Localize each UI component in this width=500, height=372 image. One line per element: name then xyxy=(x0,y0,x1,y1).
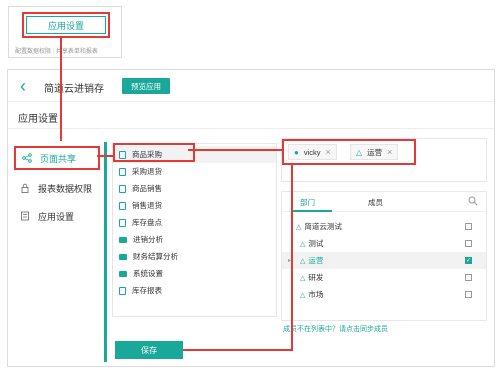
list-item[interactable]: 系统设置 xyxy=(113,265,276,282)
annotation-line xyxy=(60,37,62,141)
list-item-label: 商品销售 xyxy=(132,184,162,193)
user-icon: ● xyxy=(294,147,299,157)
list-item-label: 进销分析 xyxy=(133,235,163,244)
annotation-line xyxy=(183,349,293,351)
list-item[interactable]: 采购退货 xyxy=(113,163,276,180)
tab-members[interactable]: 成员 xyxy=(368,197,383,208)
department-icon: △ xyxy=(296,223,302,231)
checkbox[interactable] xyxy=(465,291,472,298)
checkbox[interactable] xyxy=(465,223,472,230)
sidebar-item-report-permissions[interactable]: 报表数据权限 xyxy=(14,176,100,200)
checkbox[interactable] xyxy=(465,240,472,247)
folder-icon xyxy=(119,270,127,277)
sidebar-item-label: 应用设置 xyxy=(38,211,75,222)
list-item-label: 库存报表 xyxy=(132,286,162,295)
search-icon[interactable] xyxy=(468,196,478,206)
tree-label: 测试 xyxy=(308,239,324,248)
sidebar-item-label: 页面共享 xyxy=(40,153,77,164)
department-icon: △ xyxy=(356,147,363,157)
member-picker: 部门 成员 △ 简道云测试 △ 测试 ▸ △ 运营 ✓ △ 研发 △ 市场 xyxy=(281,191,487,321)
annotation-line xyxy=(188,149,282,151)
report-list: 商品采购 采购退货 商品销售 销售退货 库存盘点 进销分析 财务结算分析 系统设… xyxy=(112,143,277,317)
app-settings-button[interactable]: 应用设置 xyxy=(26,16,106,34)
tree-row[interactable]: △ 测试 xyxy=(282,235,486,252)
list-item[interactable]: 财务结算分析 xyxy=(113,248,276,265)
divider xyxy=(8,128,494,129)
close-icon[interactable]: × xyxy=(326,147,331,157)
share-icon xyxy=(22,153,32,163)
report-icon xyxy=(119,286,126,295)
preview-app-button[interactable]: 预览应用 xyxy=(122,78,170,94)
tree-row[interactable]: △ 简道云测试 xyxy=(282,218,486,235)
sidebar-accent-bar xyxy=(104,142,107,362)
sidebar-item-app-settings[interactable]: 应用设置 xyxy=(14,204,100,228)
form-icon xyxy=(119,184,126,193)
member-tag-label: 运营 xyxy=(367,147,383,157)
tree-label: 运营 xyxy=(308,256,324,265)
selected-report-highlight xyxy=(113,143,195,162)
annotation-line xyxy=(97,155,113,157)
tab-departments[interactable]: 部门 xyxy=(300,197,315,208)
list-item[interactable]: 库存盘点 xyxy=(113,214,276,231)
settings-icon xyxy=(20,211,30,221)
list-item[interactable]: 库存报表 xyxy=(113,282,276,299)
list-item[interactable]: 商品销售 xyxy=(113,180,276,197)
close-icon[interactable]: × xyxy=(387,147,392,157)
list-item[interactable]: 销售退货 xyxy=(113,197,276,214)
app-header: ‹ 简道云进销存 预览应用 xyxy=(8,70,494,102)
form-icon xyxy=(119,218,126,227)
app-title: 简道云进销存 xyxy=(44,84,104,95)
app-settings-highlight: 应用设置 xyxy=(22,12,110,38)
config-card-hint: 配置数据权限 | 共享表单和报表 xyxy=(15,49,98,55)
tree-label: 研发 xyxy=(308,273,324,282)
chevron-left-icon[interactable]: ‹ xyxy=(20,77,34,95)
sidebar-item-label: 报表数据权限 xyxy=(38,183,93,194)
annotation-line xyxy=(291,163,293,350)
checkbox[interactable] xyxy=(465,274,472,281)
lock-icon xyxy=(20,183,30,193)
department-icon: △ xyxy=(300,274,306,282)
list-item-label: 库存盘点 xyxy=(132,218,162,227)
picker-tabs: 部门 成员 xyxy=(282,192,486,212)
list-item[interactable]: 进销分析 xyxy=(113,231,276,248)
tree-row[interactable]: △ 研发 xyxy=(282,269,486,286)
tree-label: 市场 xyxy=(308,290,324,299)
tree-label: 简道云测试 xyxy=(304,222,342,231)
department-icon: △ xyxy=(300,291,306,299)
list-item-label: 采购退货 xyxy=(132,167,162,176)
sync-members-link[interactable]: 成员不在列表中？请点击同步成员 xyxy=(283,324,388,334)
form-icon xyxy=(119,201,126,210)
save-button[interactable]: 保存 xyxy=(115,341,183,359)
list-item-label: 系统设置 xyxy=(133,269,163,278)
active-tab-underline xyxy=(292,210,332,212)
checkbox-checked[interactable]: ✓ xyxy=(465,257,472,264)
member-tag-label: vicky xyxy=(303,147,321,157)
list-item-label: 财务结算分析 xyxy=(133,252,178,261)
hint-permissions: 配置数据权限 xyxy=(15,49,52,55)
form-icon xyxy=(119,167,126,176)
tree-row[interactable]: ▸ △ 运营 ✓ xyxy=(282,252,486,269)
member-tag-vicky: ● vicky × xyxy=(288,144,337,160)
department-icon: △ xyxy=(300,240,306,248)
hint-share: 共享表单和报表 xyxy=(55,49,98,55)
folder-icon xyxy=(119,253,127,260)
list-item-label: 销售退货 xyxy=(132,201,162,210)
page-title: 应用设置 xyxy=(18,114,58,125)
sidebar-item-page-share[interactable]: 页面共享 xyxy=(14,146,100,170)
config-card: 应用设置 配置数据权限 | 共享表单和报表 xyxy=(8,6,122,58)
department-icon: △ xyxy=(300,257,306,265)
tree-row[interactable]: △ 市场 xyxy=(282,286,486,303)
settings-sidebar: 页面共享 报表数据权限 应用设置 xyxy=(8,136,104,368)
member-tag-operations: △ 运营 × xyxy=(350,144,399,160)
folder-icon xyxy=(119,236,127,243)
